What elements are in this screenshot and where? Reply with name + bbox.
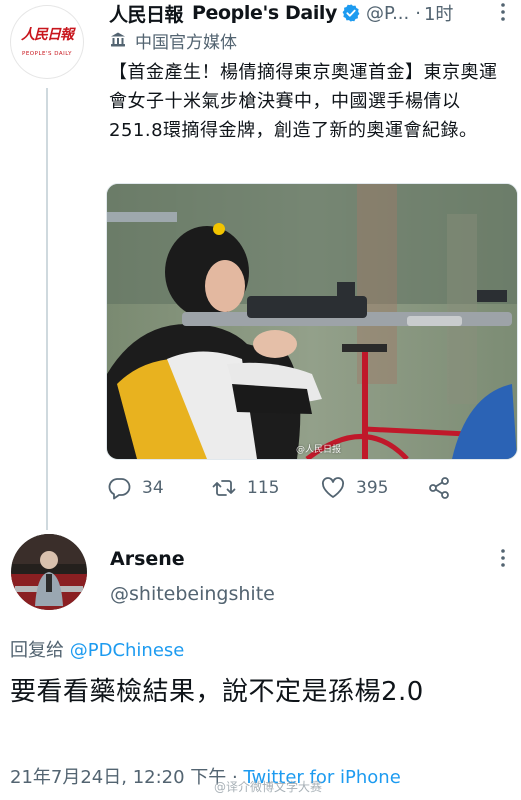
peoples-daily-avatar[interactable]: 人民日報 PEOPLE'S DAILY	[11, 6, 83, 78]
thread-line	[46, 88, 48, 530]
author-name-chinese[interactable]: 人民日報	[109, 0, 184, 27]
reply-more-options-icon[interactable]	[494, 548, 512, 568]
like-count: 395	[356, 478, 389, 498]
state-media-flag-icon	[111, 32, 125, 47]
author-name-english[interactable]: People's Daily	[192, 2, 337, 24]
more-options-icon[interactable]	[494, 2, 512, 22]
state-media-label-text: 中国官方媒体	[135, 32, 237, 53]
image-watermark: @译介微博文学大赛	[214, 780, 323, 794]
tweet-header: 人民日報 People's Daily @P... · 1时	[109, 0, 453, 26]
avatar-logo-english: PEOPLE'S DAILY	[22, 51, 72, 57]
verified-badge-icon	[342, 4, 360, 22]
reply-icon	[108, 478, 131, 500]
tweet-photo[interactable]	[106, 183, 518, 460]
heart-icon	[322, 477, 344, 498]
replying-to-prefix: 回复给	[10, 640, 64, 661]
reply-author-handle[interactable]: @shitebeingshite	[110, 583, 275, 605]
reply-author-avatar[interactable]	[11, 534, 87, 610]
share-icon	[429, 477, 449, 499]
photo-watermark: @人民日报	[296, 445, 342, 455]
avatar-logo-chinese: 人民日報	[21, 27, 74, 43]
reply-count: 34	[142, 478, 164, 498]
header-separator: ·	[415, 2, 421, 24]
retweet-count: 115	[247, 478, 280, 498]
retweet-action[interactable]: 115	[211, 473, 279, 503]
reply-metadata: 21年7月24日, 12:20 下午 · Twitter for iPhone	[10, 763, 401, 789]
reply-date[interactable]: 21年7月24日, 12:20 下午	[10, 767, 226, 788]
state-media-label[interactable]: 中国官方媒体	[109, 28, 237, 53]
reply-action[interactable]: 34	[106, 473, 164, 503]
retweet-icon	[212, 480, 236, 496]
avatar-photo	[11, 534, 87, 610]
replying-to-handle-link[interactable]: @PDChinese	[70, 640, 185, 661]
author-handle[interactable]: @P...	[366, 3, 409, 24]
reply-author-name[interactable]: Arsene	[110, 548, 185, 570]
tweet-timestamp[interactable]: 1时	[424, 0, 453, 26]
shooter-photo-illustration	[107, 184, 517, 459]
like-action[interactable]: 395	[320, 473, 388, 503]
share-action[interactable]	[426, 473, 452, 503]
reply-text: 要看看藥檢結果，說不定是孫楊2.0	[10, 677, 424, 707]
tweet-actions-bar: 34 115 395	[106, 473, 516, 503]
tweet-text: 【首金產生！楊倩摘得東京奧運首金】東京奧運會女子十米氣步槍決賽中，中國選手楊倩以…	[109, 62, 498, 141]
replying-to: 回复给 @PDChinese	[10, 636, 184, 662]
